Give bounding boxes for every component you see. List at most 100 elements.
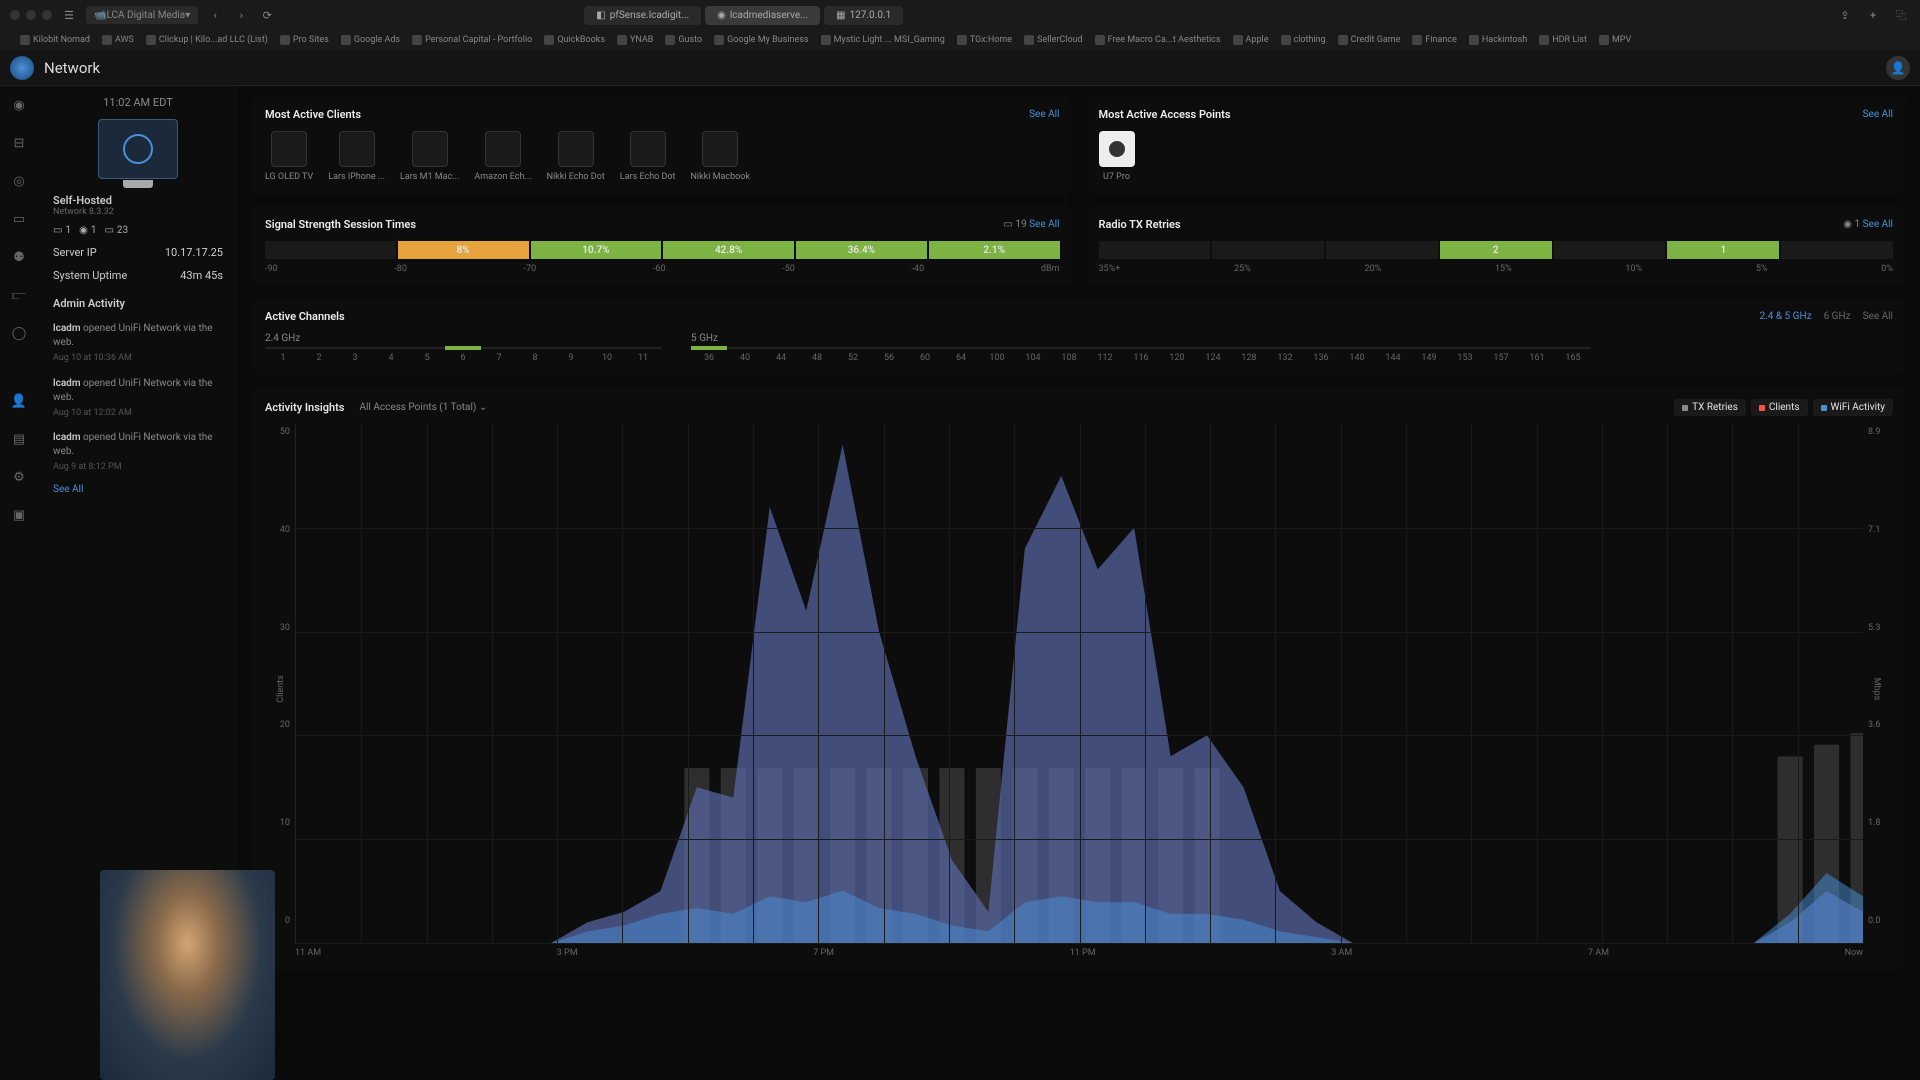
nav-clients-icon[interactable]: ⚉: [10, 248, 28, 266]
client-item[interactable]: Lars M1 Mac...: [400, 131, 459, 182]
dashboard-content: Most Active Clients See All LG OLED TV La…: [238, 86, 1920, 1080]
bookmark[interactable]: clothing: [1281, 35, 1326, 45]
client-item[interactable]: Lars iPhone ...: [328, 131, 385, 182]
band-filter-6[interactable]: 6 GHz: [1824, 311, 1851, 322]
client-item[interactable]: Lars Echo Dot: [620, 131, 676, 182]
bookmark[interactable]: Finance: [1412, 35, 1456, 45]
page-title: Network: [44, 59, 100, 77]
bookmark[interactable]: Credit Game: [1338, 35, 1401, 45]
client-item[interactable]: Nikki Echo Dot: [547, 131, 605, 182]
share-icon[interactable]: ⇪: [1836, 6, 1854, 24]
bookmark[interactable]: YNAB: [617, 35, 653, 45]
bookmark[interactable]: Clickup | Kilo...ad LLC (List): [146, 35, 268, 45]
bookmark[interactable]: Google Ads: [341, 35, 400, 45]
client-item[interactable]: Nikki Macbook: [691, 131, 751, 182]
signal-bar: [265, 241, 396, 259]
signal-bar: 36.4%: [796, 241, 927, 259]
y-right-label: Mbps: [1872, 678, 1882, 701]
bookmark[interactable]: Kilobit Nomad: [20, 35, 90, 45]
band-5-label: 5 GHz: [691, 333, 1591, 344]
legend-item[interactable]: Clients: [1751, 399, 1808, 416]
new-tab-icon[interactable]: +: [1864, 6, 1882, 24]
tabs-overview-icon[interactable]: ⿻: [1892, 6, 1910, 24]
stat-b: ◉ 1: [79, 225, 96, 236]
nav-devices-icon[interactable]: ▭: [10, 210, 28, 228]
activity-see-all[interactable]: See All: [53, 484, 223, 495]
clock: 11:02 AM EDT: [53, 96, 223, 109]
radio-bar: [1099, 241, 1211, 259]
bookmark[interactable]: HDR List: [1539, 35, 1587, 45]
tab-lcadmedia[interactable]: ◉ lcadmediaserve...: [705, 6, 820, 25]
account-icon[interactable]: 👤: [1886, 56, 1910, 80]
console-image: [98, 119, 178, 179]
legend-item[interactable]: TX Retries: [1674, 399, 1746, 416]
side-nav: ◉ ⊟ ◎ ▭ ⚉ ⫍ ◯ 👤 ▤ ⚙ ▣: [0, 86, 38, 1080]
radio-bar: 2: [1440, 241, 1552, 259]
panel-activity-insights: Activity Insights All Access Points (1 T…: [253, 387, 1905, 970]
bookmark[interactable]: TGx:Home: [957, 35, 1012, 45]
nav-users-icon[interactable]: 👤: [10, 392, 28, 410]
activity-item: lcadm opened UniFi Network via the web.A…: [53, 431, 223, 474]
back-icon[interactable]: ‹: [206, 6, 224, 24]
sidebar-toggle-icon[interactable]: ☰: [60, 6, 78, 24]
bookmark[interactable]: Google My Business: [714, 35, 808, 45]
webcam-overlay: [100, 870, 275, 1080]
band-filter-2-5[interactable]: 2.4 & 5 GHz: [1759, 311, 1811, 322]
bookmark[interactable]: SellerCloud: [1024, 35, 1083, 45]
panel-title: Most Active Clients: [265, 108, 361, 121]
tab-pfsense[interactable]: ◧ pfSense.lcadigit...: [584, 6, 701, 25]
client-item[interactable]: Amazon Ech...: [474, 131, 531, 182]
ap-item[interactable]: U7 Pro: [1099, 131, 1135, 182]
bookmark[interactable]: Mystic Light ... MSI_Gaming: [821, 35, 945, 45]
stat-a: ▭ 1: [53, 225, 71, 236]
see-all-link[interactable]: See All: [1863, 311, 1893, 322]
stat-c: ▭ 23: [104, 225, 128, 236]
nav-radar-icon[interactable]: ◎: [10, 172, 28, 190]
signal-bar: 8%: [398, 241, 529, 259]
bookmark[interactable]: Free Macro Ca...t Aesthetics: [1095, 35, 1221, 45]
traffic-lights: [10, 10, 52, 20]
nav-list-icon[interactable]: ▤: [10, 430, 28, 448]
bookmark[interactable]: Hackintosh: [1469, 35, 1527, 45]
browser-toolbar: ☰ 📹 LCA Digital Media ▾ ‹ › ⟳ ◧ pfSense.…: [0, 0, 1920, 30]
tab-localhost[interactable]: ▦ 127.0.0.1: [824, 6, 903, 25]
bookmark[interactable]: Pro Sites: [280, 35, 329, 45]
bookmark[interactable]: AWS: [102, 35, 134, 45]
panel-active-aps: Most Active Access Points See All U7 Pro: [1087, 96, 1906, 194]
nav-topology-icon[interactable]: ⊟: [10, 134, 28, 152]
bookmark[interactable]: Apple: [1233, 35, 1269, 45]
see-all-link[interactable]: See All: [1029, 109, 1059, 120]
app-header: Network 👤: [0, 50, 1920, 86]
panel-radio-retries: Radio TX Retries ◉ 1 See All 21 35%+25%2…: [1087, 206, 1906, 286]
y-left-label: Clients: [276, 675, 286, 703]
radio-bar: [1781, 241, 1893, 259]
see-all-link[interactable]: See All: [1863, 109, 1893, 120]
nav-apps-icon[interactable]: ▣: [10, 506, 28, 524]
see-all-link[interactable]: See All: [1863, 219, 1893, 230]
bookmark[interactable]: Personal Capital - Portfolio: [412, 35, 532, 45]
unifi-logo-icon[interactable]: [10, 56, 34, 80]
nav-stats-icon[interactable]: ⫍: [10, 286, 28, 304]
signal-bar: 10.7%: [531, 241, 662, 259]
bookmark[interactable]: MPV: [1599, 35, 1631, 45]
panel-title: Signal Strength Session Times: [265, 218, 416, 231]
nav-security-icon[interactable]: ◯: [10, 324, 28, 342]
ap-filter[interactable]: All Access Points (1 Total) ⌄: [359, 402, 487, 413]
panel-active-clients: Most Active Clients See All LG OLED TV La…: [253, 96, 1072, 194]
reload-icon[interactable]: ⟳: [258, 6, 276, 24]
nav-settings-icon[interactable]: ⚙: [10, 468, 28, 486]
profile-chip[interactable]: 📹 LCA Digital Media ▾: [86, 6, 198, 24]
legend-item[interactable]: WiFi Activity: [1813, 399, 1893, 416]
client-item[interactable]: LG OLED TV: [265, 131, 313, 182]
bookmark[interactable]: Gusto: [665, 35, 702, 45]
nav-dashboard-icon[interactable]: ◉: [10, 96, 28, 114]
bookmark[interactable]: QuickBooks: [544, 35, 605, 45]
activity-chart: Clients 50403020100 8.97.15.33.61.80.0 M…: [265, 424, 1893, 944]
see-all-link[interactable]: See All: [1029, 219, 1059, 230]
panel-title: Active Channels: [265, 310, 345, 323]
forward-icon[interactable]: ›: [232, 6, 250, 24]
signal-bar: 2.1%: [929, 241, 1060, 259]
uptime-value: 43m 45s: [180, 269, 223, 282]
panel-active-channels: Active Channels 2.4 & 5 GHz 6 GHz See Al…: [253, 298, 1905, 375]
radio-bar: [1554, 241, 1666, 259]
